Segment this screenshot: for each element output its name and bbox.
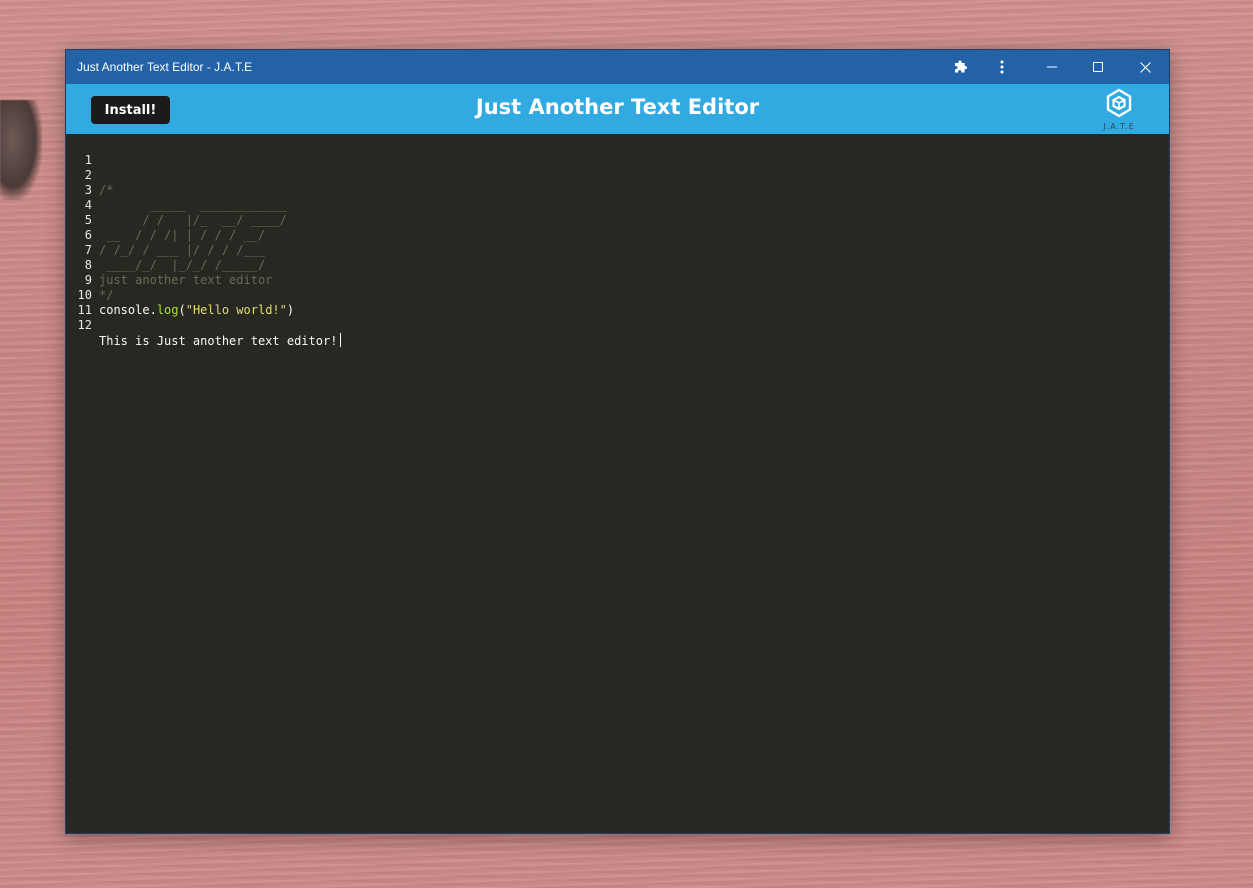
background-rock <box>0 100 42 200</box>
line-text: This is Just another text editor! <box>99 333 342 349</box>
logo-text: J.A.T.E <box>1103 122 1135 131</box>
editor-line: 2 /* <box>66 153 1166 197</box>
editor-line: 11 <box>66 288 1166 317</box>
page-title: Just Another Text Editor <box>475 95 760 119</box>
logo: J.A.T.E <box>1099 88 1139 134</box>
editor-line: 9 */ <box>66 258 1166 302</box>
editor-line: 12 This is Just another text editor! <box>66 303 1166 348</box>
text-cursor <box>340 333 342 347</box>
window-titlebar[interactable]: Just Another Text Editor - J.A.T.E <box>66 50 1169 84</box>
more-vertical-icon[interactable] <box>984 50 1020 84</box>
line-text-content: This is Just another text editor! <box>99 334 338 348</box>
editor-line: 5 __ / / /| | / / / __/ <box>66 198 1166 242</box>
cube-logo-icon <box>1106 88 1132 118</box>
editor-line: 1 <box>66 138 1166 167</box>
editor-line: 3 _____ ____________ <box>66 168 1166 212</box>
editor-line: 8 just another text editor <box>66 243 1166 287</box>
editor-line: 7 ____/_/ |_/_/ /_____/ <box>66 228 1166 272</box>
editor-line: 4 / / |/_ __/ ____/ <box>66 183 1166 227</box>
maximize-icon[interactable] <box>1075 50 1121 84</box>
editor-line: 10 console.log("Hello world!") <box>66 273 1166 317</box>
editor-line: 6 / /_/ / ___ |/ / / /___ <box>66 213 1166 257</box>
app-header: Install! Just Another Text Editor J.A.T.… <box>66 84 1169 134</box>
line-number: 12 <box>77 318 92 332</box>
puzzle-icon[interactable] <box>944 50 980 84</box>
code-editor[interactable]: 1 2 /* 3 _____ ____________ 4 / / |/_ __… <box>66 134 1169 833</box>
minimize-icon[interactable] <box>1029 50 1075 84</box>
app-window: Just Another Text Editor - J.A.T.E Insta… <box>65 49 1170 834</box>
close-icon[interactable] <box>1121 50 1169 84</box>
window-title: Just Another Text Editor - J.A.T.E <box>77 60 253 74</box>
